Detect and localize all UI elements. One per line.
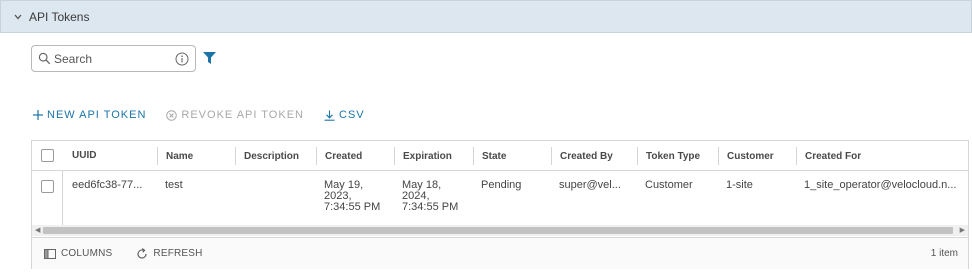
select-all-checkbox[interactable]: [41, 149, 54, 162]
revoke-api-token-button[interactable]: REVOKE API TOKEN: [166, 109, 304, 121]
scroll-right-arrow-icon[interactable]: ▶: [960, 227, 965, 234]
table-row[interactable]: eed6fc38-77... test May 19, 2023, 7:34:5…: [32, 171, 968, 225]
cell-token-type: Customer: [645, 179, 693, 191]
close-circle-icon: [166, 109, 178, 121]
column-header-created-by[interactable]: Created By: [551, 147, 637, 165]
horizontal-scrollbar[interactable]: ◀ ▶: [32, 225, 968, 236]
scrollbar-thumb[interactable]: [43, 227, 953, 234]
grid-actions: NEW API TOKEN REVOKE API TOKEN CSV: [33, 108, 385, 122]
section-title: API Tokens: [29, 9, 90, 24]
expiration-date-line-3: 7:34:55 PM: [402, 201, 459, 213]
search-icon: [38, 52, 51, 65]
columns-button[interactable]: COLUMNS: [44, 248, 112, 259]
cell-expiration: May 18, 2024, 7:34:55 PM: [394, 171, 473, 225]
csv-download-button[interactable]: CSV: [324, 109, 365, 121]
api-tokens-section-header[interactable]: API Tokens: [0, 0, 972, 33]
cell-customer: 1-site: [726, 179, 753, 191]
refresh-icon: [137, 247, 147, 259]
column-header-uuid[interactable]: UUID: [64, 141, 157, 170]
cell-created-for: 1_site_operator@velocloud.n...: [804, 179, 957, 191]
column-header-customer[interactable]: Customer: [718, 147, 796, 165]
item-count: 1 item: [930, 248, 958, 259]
column-header-token-type[interactable]: Token Type: [637, 147, 718, 165]
row-select-checkbox[interactable]: [41, 180, 54, 193]
column-header-created-for[interactable]: Created For: [796, 147, 968, 165]
csv-label: CSV: [339, 109, 365, 121]
chevron-down-icon: [14, 14, 22, 19]
cell-state: Pending: [481, 179, 522, 191]
columns-icon: [44, 248, 56, 259]
api-tokens-grid: UUID Name Description Created Expiration…: [31, 140, 969, 269]
columns-label: COLUMNS: [61, 248, 113, 259]
column-header-name[interactable]: Name: [157, 147, 235, 165]
cell-uuid: eed6fc38-77...: [72, 179, 143, 191]
plus-icon: [33, 110, 43, 120]
column-header-description[interactable]: Description: [235, 147, 316, 165]
cell-created: May 19, 2023, 7:34:55 PM: [316, 171, 394, 225]
created-date-line-3: 7:34:55 PM: [324, 201, 381, 213]
info-icon[interactable]: [175, 52, 189, 66]
column-header-created[interactable]: Created: [316, 147, 394, 165]
column-header-state[interactable]: State: [473, 147, 551, 165]
cell-description: [235, 171, 316, 225]
refresh-label: REFRESH: [153, 248, 203, 259]
new-api-token-button[interactable]: NEW API TOKEN: [33, 109, 146, 121]
refresh-button[interactable]: REFRESH: [136, 247, 203, 260]
scroll-left-arrow-icon[interactable]: ◀: [35, 227, 40, 234]
search-input[interactable]: [54, 51, 164, 66]
grid-footer: COLUMNS REFRESH 1 item: [32, 237, 968, 269]
filter-icon[interactable]: [203, 52, 216, 64]
cell-created-by: super@vel...: [559, 179, 621, 191]
grid-header-row: UUID Name Description Created Expiration…: [32, 141, 968, 171]
cell-name: test: [165, 179, 183, 191]
download-icon: [324, 110, 335, 121]
column-header-expiration[interactable]: Expiration: [394, 147, 473, 165]
revoke-api-token-label: REVOKE API TOKEN: [181, 109, 304, 121]
search-box[interactable]: [31, 45, 196, 72]
new-api-token-label: NEW API TOKEN: [47, 109, 147, 121]
